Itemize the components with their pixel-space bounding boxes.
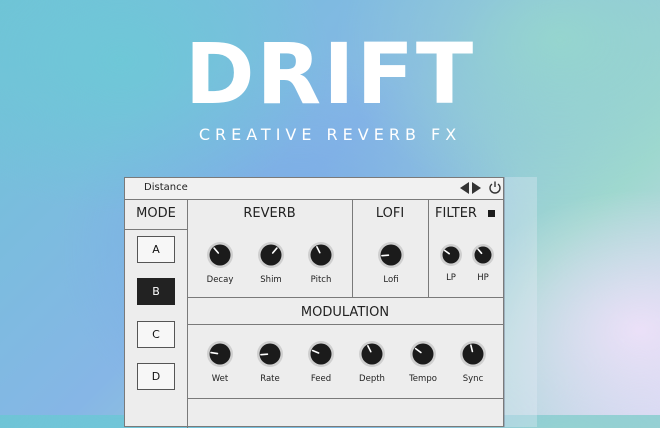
triangle-right-icon[interactable] (472, 182, 481, 194)
section-filter: FILTER (435, 206, 477, 221)
mode-button-d[interactable]: D (137, 363, 175, 390)
knob-label: Sync (462, 374, 484, 384)
knob-dial[interactable] (255, 339, 285, 369)
panel-edge (504, 177, 537, 427)
plugin-panel: Distance MODE REVERB LOFI FILTER MODULAT… (124, 177, 504, 428)
divider (125, 229, 187, 230)
app-subtitle: CREATIVE REVERB FX (198, 125, 462, 144)
mode-button-a[interactable]: A (137, 236, 175, 263)
knob-sync[interactable]: Sync (448, 339, 498, 384)
divider (187, 324, 503, 325)
knob-label: Pitch (310, 275, 332, 285)
knob-dial[interactable] (205, 339, 235, 369)
knob-dial[interactable] (256, 240, 286, 270)
knob-lofi[interactable]: Lofi (366, 240, 416, 285)
knob-shim[interactable]: Shim (246, 240, 296, 285)
mode-button-c[interactable]: C (137, 321, 175, 348)
triangle-left-icon[interactable] (460, 182, 469, 194)
knob-rate[interactable]: Rate (245, 339, 295, 384)
knob-label: Tempo (409, 374, 437, 384)
knob-label: HP (477, 273, 489, 283)
preset-bar: Distance (125, 178, 503, 200)
mode-button-b[interactable]: B (137, 278, 175, 305)
knob-dial[interactable] (458, 339, 488, 369)
knob-pitch[interactable]: Pitch (296, 240, 346, 285)
knob-tempo[interactable]: Tempo (398, 339, 448, 384)
knob-dial[interactable] (306, 339, 336, 369)
knob-dial[interactable] (306, 240, 336, 270)
power-icon[interactable] (488, 179, 502, 195)
preset-name[interactable]: Distance (144, 182, 188, 193)
knob-label: Feed (310, 374, 332, 384)
section-mode: MODE (136, 206, 176, 221)
knob-feed[interactable]: Feed (296, 339, 346, 384)
filter-enable-toggle[interactable] (488, 210, 495, 217)
knob-label: Depth (359, 374, 385, 384)
knob-dial[interactable] (470, 242, 496, 268)
knob-depth[interactable]: Depth (347, 339, 397, 384)
knob-label: Decay (206, 275, 234, 285)
knob-decay[interactable]: Decay (195, 240, 245, 285)
section-lofi: LOFI (375, 206, 405, 221)
section-reverb: REVERB (243, 206, 296, 221)
knob-dial[interactable] (376, 240, 406, 270)
knob-dial[interactable] (357, 339, 387, 369)
knob-dial[interactable] (205, 240, 235, 270)
knob-label: Lofi (383, 275, 399, 285)
knob-label: Rate (260, 374, 280, 384)
divider (187, 398, 503, 399)
knob-hp[interactable]: HP (458, 242, 508, 283)
knob-wet[interactable]: Wet (195, 339, 245, 384)
knob-label: Wet (211, 374, 229, 384)
section-modulation: MODULATION (300, 305, 390, 320)
knob-dial[interactable] (408, 339, 438, 369)
divider (187, 297, 503, 298)
knob-label: Shim (260, 275, 282, 285)
app-title: DRIFT (184, 25, 476, 123)
